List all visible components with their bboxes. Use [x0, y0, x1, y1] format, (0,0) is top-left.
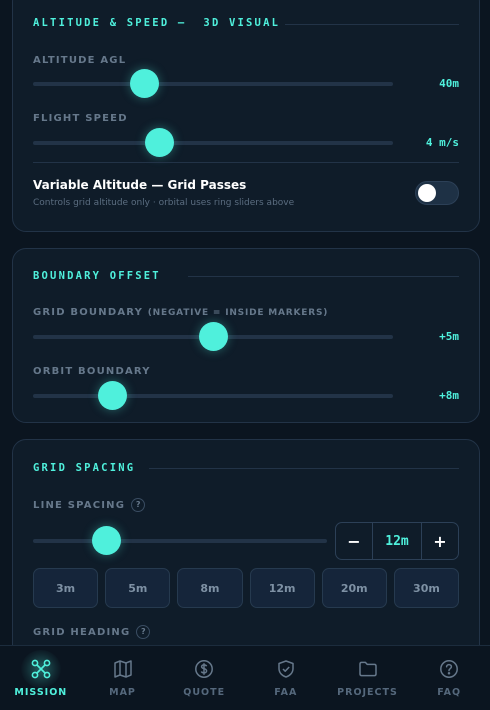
nav-item-projects[interactable]: PROJECTS [327, 646, 409, 710]
map-icon [112, 658, 134, 680]
nav-label-projects: PROJECTS [337, 687, 398, 698]
section-title-grid-spacing: GRID SPACING [33, 462, 136, 474]
section-divider [33, 162, 459, 163]
decrement-button[interactable]: − [336, 523, 372, 559]
nav-item-faq[interactable]: FAQ [408, 646, 490, 710]
nav-item-mission[interactable]: MISSION [0, 646, 82, 710]
speed-value: 4 m/s [425, 136, 459, 149]
line-spacing-slider-track[interactable] [33, 539, 327, 543]
dollar-icon [193, 658, 215, 680]
increment-button[interactable]: + [422, 523, 458, 559]
nav-label-map: MAP [109, 687, 136, 698]
line-spacing-help-icon[interactable]: ? [131, 498, 146, 512]
boundary-offset-card: BOUNDARY OFFSET GRID BOUNDARY (NEGATIVE … [12, 248, 480, 423]
line-spacing-slider-thumb[interactable] [92, 526, 121, 555]
grid-heading-label: GRID HEADING? [33, 625, 151, 639]
grid-boundary-label: GRID BOUNDARY (NEGATIVE = INSIDE MARKERS… [33, 307, 328, 318]
preset-button-20m[interactable]: 20m [321, 568, 387, 608]
line-spacing-stepper: − 12m + [335, 522, 459, 560]
orbit-boundary-value: +8m [439, 389, 459, 402]
toggle-knob [418, 184, 436, 202]
grid-heading-label-text: GRID HEADING [33, 627, 131, 638]
grid-boundary-label-text: GRID BOUNDARY [33, 307, 144, 318]
nav-label-mission: MISSION [14, 687, 68, 698]
nav-item-map[interactable]: MAP [82, 646, 164, 710]
spacing-presets: 3m 5m 8m 12m 20m 30m [33, 568, 460, 608]
nav-label-faq: FAQ [437, 687, 462, 698]
nav-item-quote[interactable]: QUOTE [163, 646, 245, 710]
line-spacing-label: LINE SPACING? [33, 498, 146, 512]
preset-button-30m[interactable]: 30m [393, 568, 460, 608]
altitude-slider-thumb[interactable] [130, 69, 160, 98]
nav-label-quote: QUOTE [183, 687, 226, 698]
title-divider [285, 24, 459, 25]
grid-boundary-slider-thumb[interactable] [198, 322, 228, 351]
speed-label: FLIGHT SPEED [33, 113, 128, 124]
line-spacing-value: 12m [372, 523, 422, 559]
bottom-nav: MISSION MAP QUOTE FAA PROJECTS FAQ [0, 645, 490, 710]
shield-check-icon [275, 658, 297, 680]
preset-button-8m[interactable]: 8m [177, 568, 243, 608]
line-spacing-label-text: LINE SPACING [33, 500, 126, 511]
preset-button-3m[interactable]: 3m [33, 568, 99, 608]
drone-icon [30, 658, 52, 680]
variable-altitude-title: Variable Altitude — Grid Passes [33, 178, 247, 192]
nav-item-faa[interactable]: FAA [245, 646, 327, 710]
grid-boundary-value: +5m [439, 330, 459, 343]
altitude-slider-track[interactable] [33, 82, 393, 86]
folder-icon [357, 658, 379, 680]
section-title-boundary-offset: BOUNDARY OFFSET [33, 270, 161, 282]
nav-label-faa: FAA [274, 687, 298, 698]
grid-heading-help-icon[interactable]: ? [136, 625, 151, 639]
variable-altitude-toggle[interactable] [415, 181, 459, 205]
orbit-boundary-slider-thumb[interactable] [97, 381, 127, 410]
speed-slider-thumb[interactable] [144, 128, 174, 157]
title-divider [149, 468, 459, 469]
preset-button-12m[interactable]: 12m [249, 568, 315, 608]
preset-button-5m[interactable]: 5m [105, 568, 171, 608]
variable-altitude-description: Controls grid altitude only · orbital us… [33, 198, 295, 208]
orbit-boundary-slider-track[interactable] [33, 394, 393, 398]
orbit-boundary-label: ORBIT BOUNDARY [33, 366, 151, 377]
grid-boundary-sublabel: (NEGATIVE = INSIDE MARKERS) [147, 308, 329, 318]
speed-slider-track[interactable] [33, 141, 393, 145]
title-divider [188, 276, 459, 277]
altitude-label: ALTITUDE AGL [33, 55, 127, 66]
section-title-altitude-speed: ALTITUDE & SPEED — 3D VISUAL [33, 17, 281, 29]
question-icon [438, 658, 460, 680]
altitude-value: 40m [439, 77, 459, 90]
altitude-speed-card: ALTITUDE & SPEED — 3D VISUAL ALTITUDE AG… [12, 0, 480, 232]
